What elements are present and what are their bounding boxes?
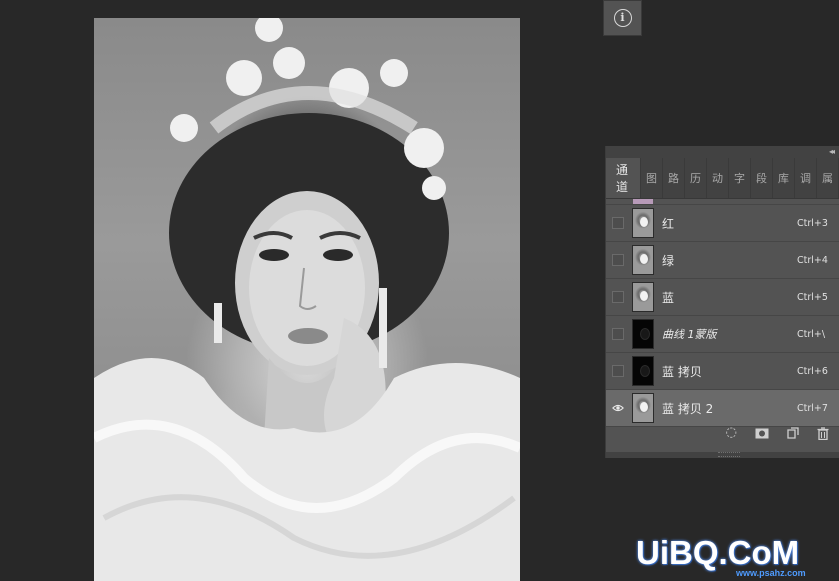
channel-row-curves-mask[interactable]: 曲线 1蒙版 Ctrl+\ [606,316,839,353]
channel-name: 红 [662,216,675,231]
visibility-toggle[interactable] [612,254,624,266]
info-icon: i [613,9,632,27]
visibility-toggle[interactable] [612,217,624,229]
visibility-toggle[interactable] [612,291,624,303]
eye-icon [612,404,624,412]
tab-character[interactable]: 字 [729,158,751,198]
tab-properties[interactable]: 属 [817,158,839,198]
channel-thumbnail [632,208,654,238]
channel-shortcut: Ctrl+7 [797,402,828,414]
panel-tabs: 通道 图 路 历 动 字 段 库 调 属 [606,158,839,199]
channel-shortcut: Ctrl+3 [797,217,828,229]
tab-adjustments[interactable]: 调 [795,158,817,198]
new-channel-icon[interactable] [787,427,799,439]
channel-list: 红 Ctrl+3 绿 Ctrl+4 蓝 Ctrl+5 曲线 1蒙版 Ctrl+\… [606,199,839,427]
channel-row-blue-copy[interactable]: 蓝 拷贝 Ctrl+6 [606,353,839,390]
portrait-image [94,18,520,581]
panel-bottom-strip [606,452,839,458]
channel-thumbnail [633,199,653,204]
channel-thumbnail [632,282,654,312]
channel-thumbnail [632,319,654,349]
trash-icon[interactable] [817,426,829,440]
collapse-panel-icon[interactable]: ◂◂ [829,146,835,158]
channel-row-red[interactable]: 红 Ctrl+3 [606,205,839,242]
channel-name: 蓝 [662,290,675,305]
tab-libraries[interactable]: 库 [773,158,795,198]
watermark-url: www.psahz.com [736,568,806,578]
panel-footer: ◌ [606,420,839,446]
watermark: UiBQ.CoM www.psahz.com [636,534,836,578]
tab-paragraph[interactable]: 段 [751,158,773,198]
tab-history[interactable]: 历 [685,158,707,198]
channel-name: 蓝 拷贝 [662,364,702,379]
panel-resize-grip[interactable] [718,452,740,457]
visibility-toggle[interactable] [612,402,624,414]
channel-name: 曲线 1蒙版 [662,328,717,341]
watermark-logo: UiBQ.CoM [636,534,800,571]
channel-row-green[interactable]: 绿 Ctrl+4 [606,242,839,279]
channel-shortcut: Ctrl+\ [797,328,826,340]
channel-shortcut: Ctrl+6 [797,365,828,377]
channel-shortcut: Ctrl+5 [797,291,828,303]
channel-name: 绿 [662,253,675,268]
panel-collapse-bar[interactable]: ◂◂ [606,146,839,158]
tab-layers[interactable]: 图 [641,158,663,198]
channel-name: 蓝 拷贝 2 [662,401,714,416]
info-button[interactable]: i [603,0,642,36]
channel-thumbnail [632,356,654,386]
visibility-toggle[interactable] [612,328,624,340]
channel-shortcut: Ctrl+4 [797,254,828,266]
visibility-toggle[interactable] [612,365,624,377]
tab-channels[interactable]: 通道 [606,158,641,198]
tab-paths[interactable]: 路 [663,158,685,198]
canvas-photo[interactable] [94,18,520,581]
channel-thumbnail [632,245,654,275]
save-selection-as-channel-icon[interactable] [755,428,769,439]
channels-panel: ◂◂ 通道 图 路 历 动 字 段 库 调 属 红 Ctrl+3 绿 Ctrl+… [605,146,839,458]
tab-actions[interactable]: 动 [707,158,729,198]
channel-thumbnail [632,393,654,423]
dotted-circle-selection-icon[interactable]: ◌ [726,426,737,440]
channel-row-blue[interactable]: 蓝 Ctrl+5 [606,279,839,316]
